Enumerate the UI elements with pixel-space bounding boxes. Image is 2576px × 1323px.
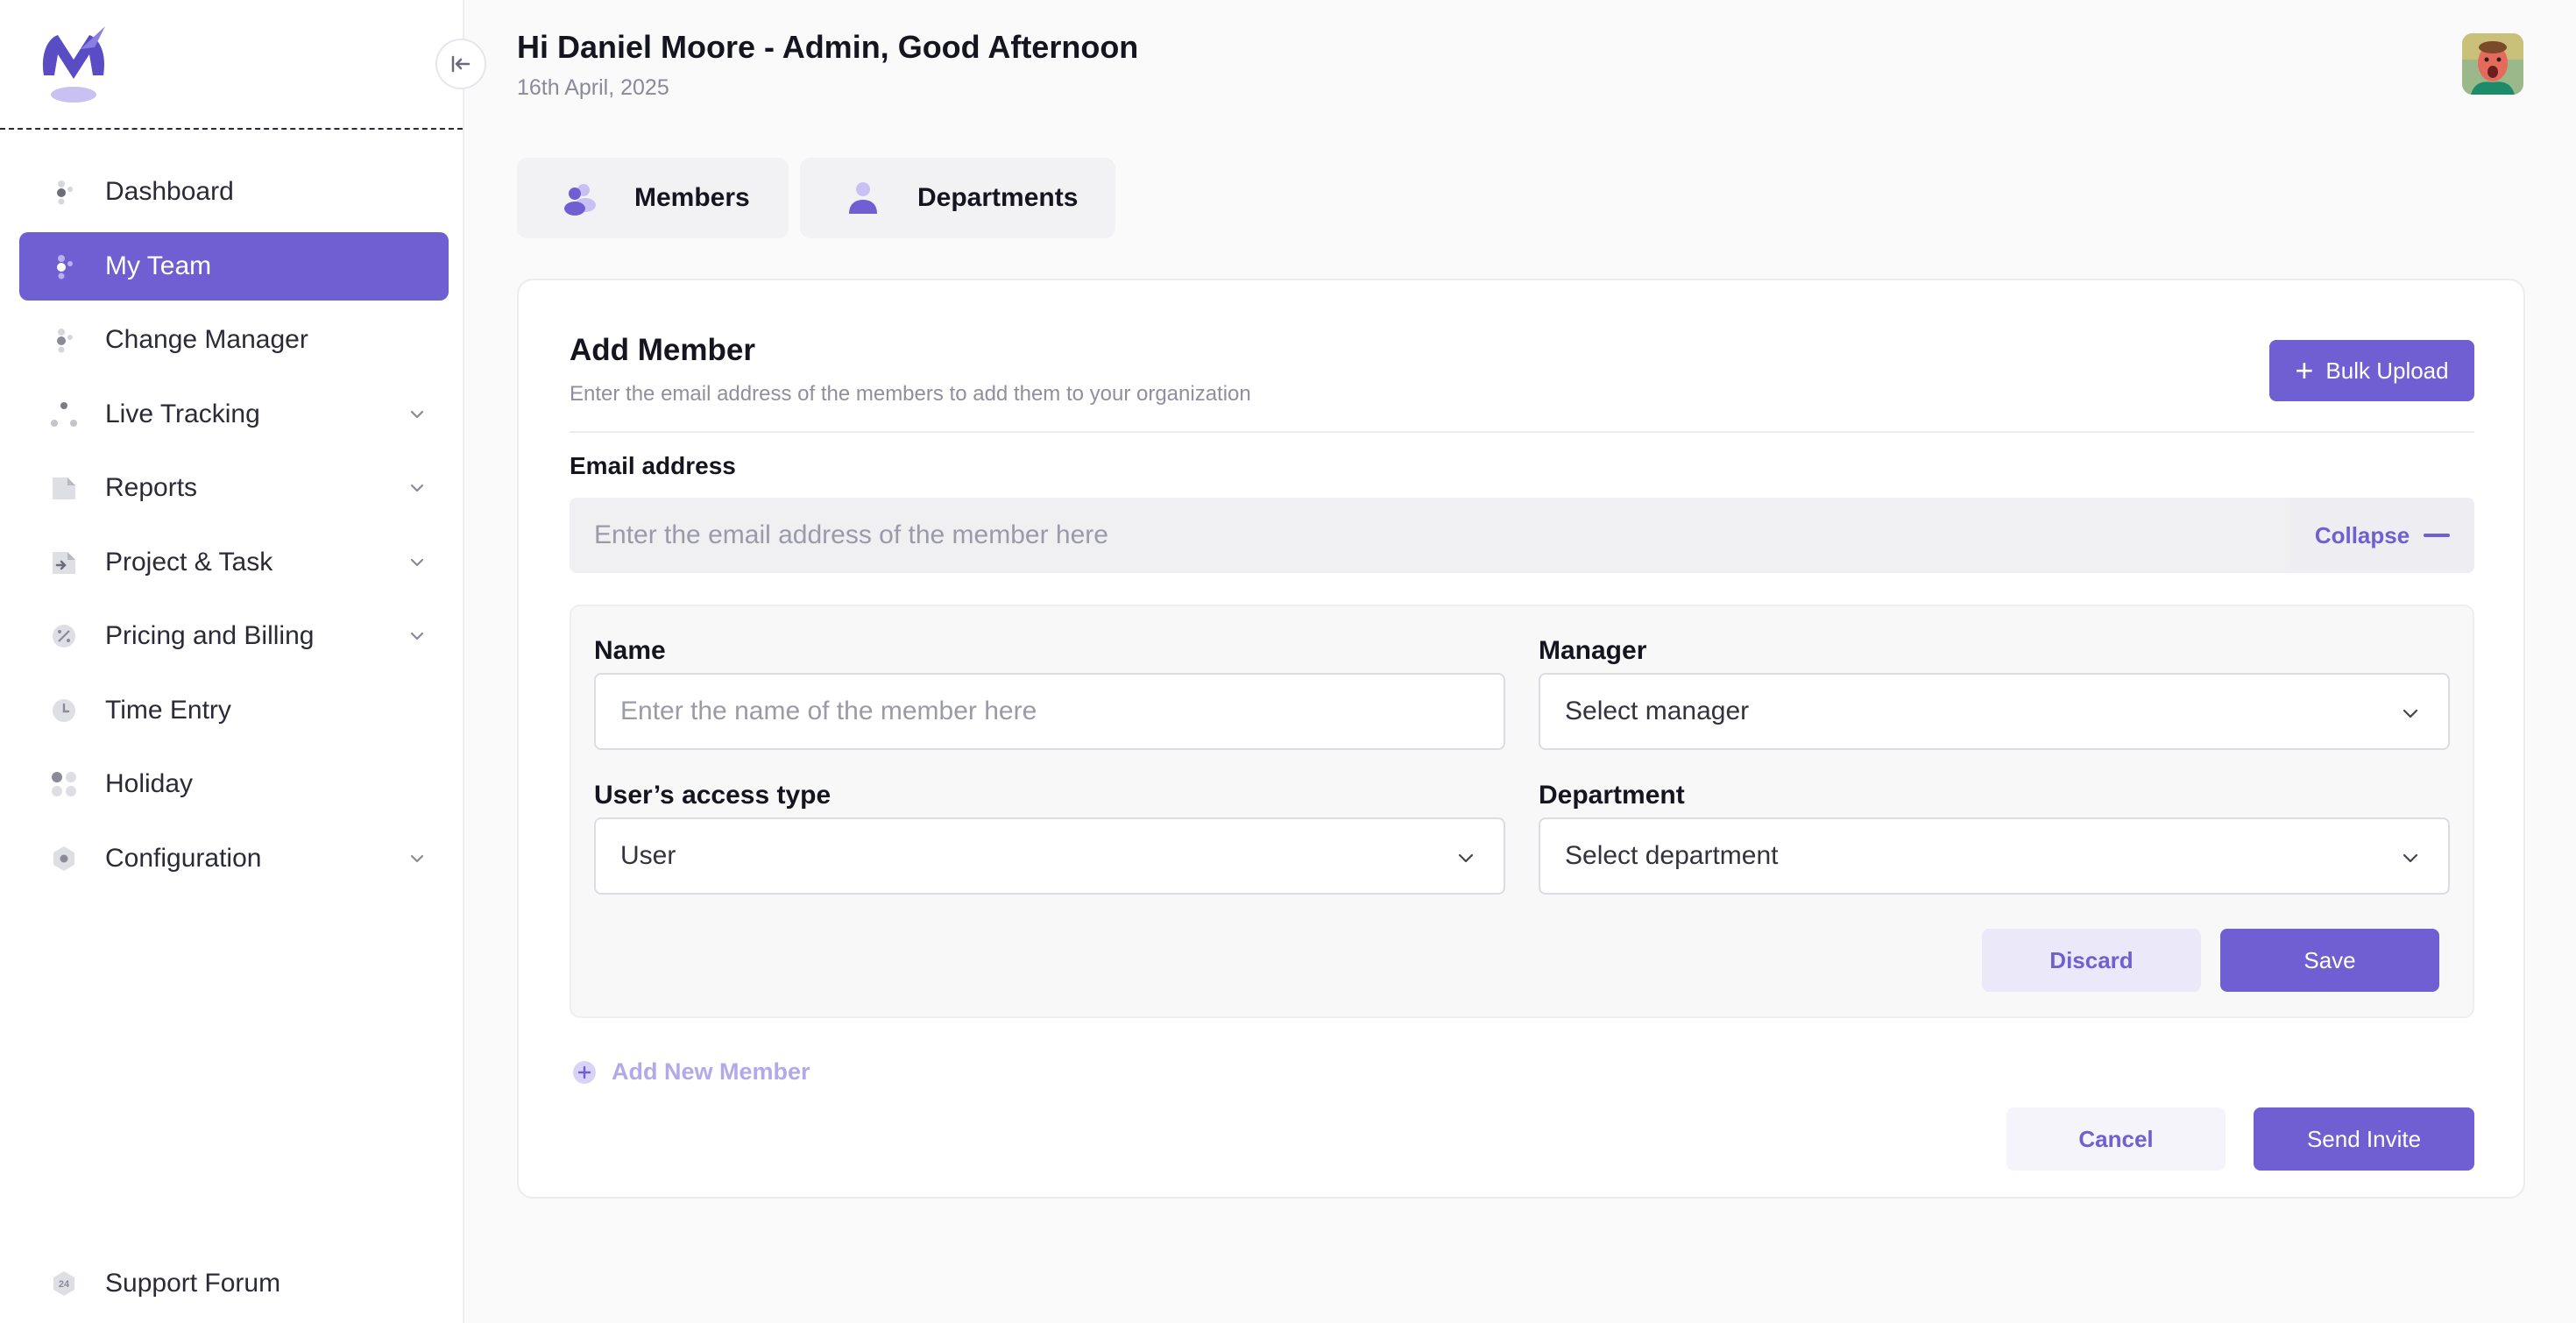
plus-circle-icon (573, 1060, 596, 1084)
collapse-sidebar-button[interactable] (435, 39, 486, 89)
app-logo[interactable] (32, 23, 116, 107)
add-new-member-label: Add New Member (612, 1058, 810, 1085)
minus-icon (2424, 534, 2451, 537)
svg-text:24: 24 (59, 1279, 70, 1290)
email-input[interactable]: Enter the email address of the member he… (570, 498, 2474, 573)
sidebar-item-my-team[interactable]: My Team (19, 231, 449, 301)
collapse-label: Collapse (2314, 521, 2410, 548)
email-placeholder: Enter the email address of the member he… (594, 520, 1108, 549)
plus-icon: + (2295, 352, 2314, 388)
sidebar-item-label: Project & Task (105, 547, 273, 577)
sidebar-item-reports[interactable]: Reports (19, 454, 449, 522)
chevron-down-icon[interactable] (407, 848, 428, 869)
divider (570, 431, 2474, 433)
manager-label: Manager (1539, 636, 1647, 665)
collapse-button[interactable]: Collapse (2290, 498, 2474, 573)
manager-value: Select manager (1565, 697, 1750, 725)
sidebar-item-support-forum[interactable]: 24 Support Forum (19, 1249, 449, 1318)
chevron-down-icon[interactable] (407, 478, 428, 499)
save-button[interactable]: Save (2220, 929, 2439, 992)
clock-icon (49, 696, 79, 725)
sidebar-item-label: Pricing and Billing (105, 621, 315, 650)
chevron-down-icon[interactable] (407, 626, 428, 647)
cancel-button[interactable]: Cancel (2006, 1107, 2226, 1171)
department-label: Department (1539, 781, 1685, 810)
tab-departments[interactable]: Departments (800, 158, 1115, 238)
sidebar-item-label: Change Manager (105, 325, 308, 354)
sidebar-item-label: Support Forum (105, 1269, 281, 1298)
email-label: Email address (570, 452, 736, 479)
chevron-down-icon (2403, 853, 2418, 863)
sidebar-item-change-manager[interactable]: Change Manager (19, 306, 449, 374)
sidebar-item-label: My Team (105, 251, 212, 280)
bulk-upload-button[interactable]: + Bulk Upload (2269, 340, 2474, 401)
discard-button[interactable]: Discard (1982, 929, 2201, 992)
name-placeholder: Enter the name of the member here (620, 697, 1037, 725)
department-icon (849, 182, 877, 214)
current-date: 16th April, 2025 (517, 75, 669, 100)
logo-area (0, 0, 463, 130)
sidebar-item-label: Dashboard (105, 177, 234, 206)
sidebar-item-dashboard[interactable]: Dashboard (19, 158, 449, 226)
project-task-icon (49, 548, 79, 577)
sidebar: Dashboard My Team Change Manager Live Tr… (0, 0, 486, 1323)
tab-label: Members (634, 183, 750, 212)
tab-members[interactable]: Members (517, 158, 789, 238)
card-subtitle: Enter the email address of the members t… (570, 382, 1251, 406)
sidebar-item-pricing-billing[interactable]: Pricing and Billing (19, 602, 449, 670)
access-type-label: User’s access type (594, 781, 832, 810)
sidebar-item-label: Live Tracking (105, 399, 260, 428)
change-manager-icon (49, 325, 79, 355)
sidebar-item-live-tracking[interactable]: Live Tracking (19, 380, 449, 449)
card-title: Add Member (570, 333, 755, 367)
access-type-select[interactable]: User (594, 817, 1505, 895)
live-tracking-icon (49, 400, 79, 429)
name-input[interactable]: Enter the name of the member here (594, 673, 1505, 750)
tab-label: Departments (917, 183, 1079, 212)
member-form-panel: Name Enter the name of the member here M… (570, 605, 2474, 1018)
department-select[interactable]: Select department (1539, 817, 2450, 895)
holiday-icon (49, 769, 79, 799)
support-24-icon: 24 (49, 1269, 79, 1298)
collapse-left-icon (451, 55, 471, 73)
pricing-billing-icon (49, 621, 79, 651)
sidebar-item-label: Reports (105, 473, 198, 502)
manager-select[interactable]: Select manager (1539, 673, 2450, 750)
page-greeting: Hi Daniel Moore - Admin, Good Afternoon (517, 29, 1139, 65)
configuration-icon (49, 844, 79, 874)
sidebar-item-label: Holiday (105, 769, 194, 798)
add-new-member-button[interactable]: Add New Member (571, 1058, 810, 1086)
chevron-down-icon[interactable] (407, 404, 428, 425)
sidebar-item-label: Time Entry (105, 695, 231, 725)
send-invite-button[interactable]: Send Invite (2254, 1107, 2474, 1171)
team-icon (49, 251, 79, 281)
members-icon (564, 184, 596, 216)
sidebar-item-label: Configuration (105, 843, 262, 873)
add-member-card: Add Member Enter the email address of th… (517, 279, 2525, 1199)
sidebar-item-time-entry[interactable]: Time Entry (19, 676, 449, 745)
access-type-value: User (620, 841, 676, 870)
chevron-down-icon[interactable] (407, 552, 428, 573)
chevron-down-icon (1458, 853, 1474, 863)
avatar[interactable] (2462, 33, 2523, 95)
chevron-down-icon (2403, 709, 2418, 718)
bulk-upload-label: Bulk Upload (2325, 357, 2449, 384)
sidebar-item-configuration[interactable]: Configuration (19, 824, 449, 893)
sidebar-item-holiday[interactable]: Holiday (19, 750, 449, 818)
sidebar-nav: Dashboard My Team Change Manager Live Tr… (19, 158, 449, 898)
name-label: Name (594, 636, 666, 665)
department-value: Select department (1565, 841, 1779, 870)
sidebar-item-project-task[interactable]: Project & Task (19, 528, 449, 597)
reports-icon (49, 473, 79, 503)
dashboard-icon (49, 177, 79, 207)
